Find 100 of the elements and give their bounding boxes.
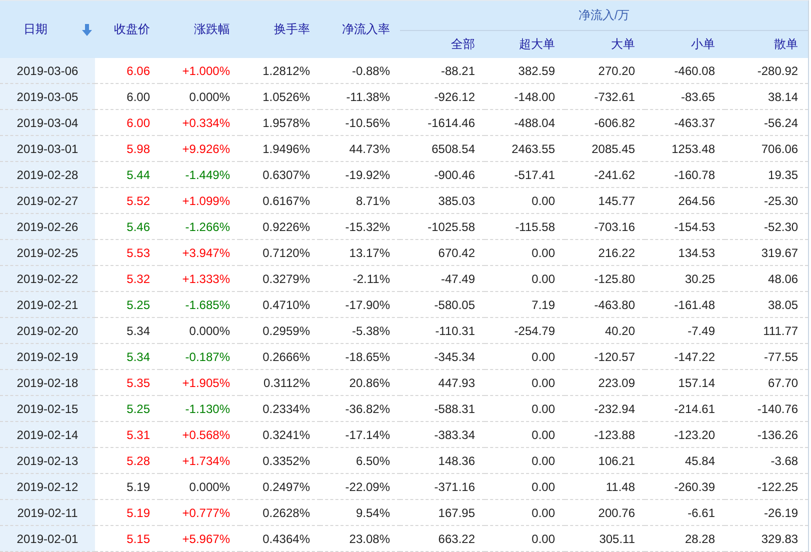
- table-cell: 38.05: [725, 292, 808, 318]
- table-cell: 6.50%: [320, 448, 400, 474]
- table-cell: 5.34: [95, 344, 160, 370]
- date-cell: 2019-02-21: [0, 292, 95, 318]
- table-cell: 0.3279%: [240, 266, 320, 292]
- date-cell: 2019-02-19: [0, 344, 95, 370]
- table-cell: -148.00: [485, 84, 565, 110]
- table-cell: 20.86%: [320, 370, 400, 396]
- table-cell: 134.53: [645, 240, 725, 266]
- table-cell: 9.54%: [320, 500, 400, 526]
- table-cell: 5.34: [95, 318, 160, 344]
- table-cell: 0.2666%: [240, 344, 320, 370]
- table-cell: -88.21: [400, 58, 485, 84]
- table-cell: 0.9226%: [240, 214, 320, 240]
- table-cell: +0.777%: [160, 500, 240, 526]
- table-cell: 0.2497%: [240, 474, 320, 500]
- table-cell: -580.05: [400, 292, 485, 318]
- table-cell: 40.20: [565, 318, 645, 344]
- column-header[interactable]: 超大单: [485, 30, 565, 58]
- table-cell: -36.82%: [320, 396, 400, 422]
- date-cell: 2019-02-14: [0, 422, 95, 448]
- column-header[interactable]: 全部: [400, 30, 485, 58]
- table-cell: -140.76: [725, 396, 808, 422]
- table-cell: -77.55: [725, 344, 808, 370]
- table-cell: +0.568%: [160, 422, 240, 448]
- table-cell: 0.00: [485, 344, 565, 370]
- table-cell: -110.31: [400, 318, 485, 344]
- table-cell: 0.000%: [160, 84, 240, 110]
- table-cell: -383.34: [400, 422, 485, 448]
- column-header[interactable]: 大单: [565, 30, 645, 58]
- table-cell: 0.3241%: [240, 422, 320, 448]
- table-cell: -214.61: [645, 396, 725, 422]
- date-cell: 2019-02-13: [0, 448, 95, 474]
- table-cell: -232.94: [565, 396, 645, 422]
- table-cell: -122.25: [725, 474, 808, 500]
- table-cell: -22.09%: [320, 474, 400, 500]
- table-cell: -10.56%: [320, 110, 400, 136]
- table-cell: -56.24: [725, 110, 808, 136]
- table-cell: 5.31: [95, 422, 160, 448]
- table-cell: -0.187%: [160, 344, 240, 370]
- table-cell: -1614.46: [400, 110, 485, 136]
- column-header[interactable]: 散单: [725, 30, 808, 58]
- table-cell: 0.000%: [160, 318, 240, 344]
- column-header[interactable]: 日期: [0, 1, 95, 58]
- table-cell: 223.09: [565, 370, 645, 396]
- table-cell: 5.15: [95, 526, 160, 552]
- table-cell: -517.41: [485, 162, 565, 188]
- table-cell: 148.36: [400, 448, 485, 474]
- table-cell: -260.39: [645, 474, 725, 500]
- table-cell: -463.80: [565, 292, 645, 318]
- table-cell: +1.333%: [160, 266, 240, 292]
- column-header[interactable]: 换手率: [240, 1, 320, 58]
- table-cell: 5.53: [95, 240, 160, 266]
- table-cell: 5.35: [95, 370, 160, 396]
- date-cell: 2019-02-20: [0, 318, 95, 344]
- table-cell: 6508.54: [400, 136, 485, 162]
- table-cell: -345.34: [400, 344, 485, 370]
- date-cell: 2019-02-22: [0, 266, 95, 292]
- table-cell: +3.947%: [160, 240, 240, 266]
- table-cell: 5.52: [95, 188, 160, 214]
- table-cell: -488.04: [485, 110, 565, 136]
- table-cell: -926.12: [400, 84, 485, 110]
- sort-down-icon[interactable]: [82, 24, 92, 36]
- table-cell: 706.06: [725, 136, 808, 162]
- table-cell: -11.38%: [320, 84, 400, 110]
- column-header[interactable]: 收盘价: [95, 1, 160, 58]
- column-header[interactable]: 净流入率: [320, 1, 400, 58]
- table-cell: +1.000%: [160, 58, 240, 84]
- table-cell: 0.00: [485, 448, 565, 474]
- table-cell: -154.53: [645, 214, 725, 240]
- date-cell: 2019-02-28: [0, 162, 95, 188]
- table-cell: 0.00: [485, 370, 565, 396]
- table-cell: -1.130%: [160, 396, 240, 422]
- table-cell: 6.00: [95, 110, 160, 136]
- date-cell: 2019-02-11: [0, 500, 95, 526]
- table-cell: -5.38%: [320, 318, 400, 344]
- table-cell: 0.00: [485, 500, 565, 526]
- table-cell: -19.92%: [320, 162, 400, 188]
- table-cell: 0.2334%: [240, 396, 320, 422]
- table-cell: -120.57: [565, 344, 645, 370]
- table-cell: 0.00: [485, 396, 565, 422]
- table-cell: 0.6307%: [240, 162, 320, 188]
- date-cell: 2019-02-27: [0, 188, 95, 214]
- table-cell: -460.08: [645, 58, 725, 84]
- table-cell: 305.11: [565, 526, 645, 552]
- table-cell: 216.22: [565, 240, 645, 266]
- column-header[interactable]: 涨跌幅: [160, 1, 240, 58]
- table-cell: 5.46: [95, 214, 160, 240]
- table-cell: -18.65%: [320, 344, 400, 370]
- table-cell: 19.35: [725, 162, 808, 188]
- table-cell: -17.90%: [320, 292, 400, 318]
- table-cell: -254.79: [485, 318, 565, 344]
- table-cell: -703.16: [565, 214, 645, 240]
- table-cell: +0.334%: [160, 110, 240, 136]
- table-cell: 8.71%: [320, 188, 400, 214]
- table-cell: 30.25: [645, 266, 725, 292]
- table-cell: 5.25: [95, 292, 160, 318]
- column-header[interactable]: 小单: [645, 30, 725, 58]
- table-cell: 5.28: [95, 448, 160, 474]
- table-cell: -1.685%: [160, 292, 240, 318]
